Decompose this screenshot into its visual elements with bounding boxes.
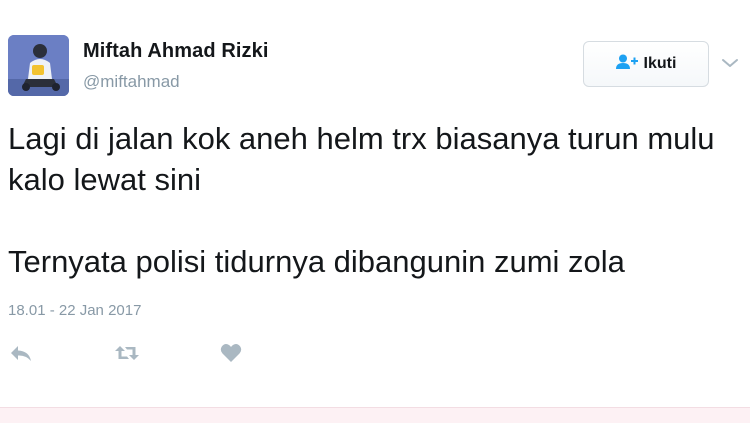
add-user-icon: [615, 54, 638, 75]
tweet-text: Lagi di jalan kok aneh helm trx biasanya…: [8, 118, 738, 282]
follow-button-label: Ikuti: [643, 55, 677, 72]
reply-icon[interactable]: [9, 342, 33, 364]
follow-button[interactable]: Ikuti: [583, 41, 709, 87]
tweet-timestamp[interactable]: 18.01 - 22 Jan 2017: [8, 302, 141, 319]
tweet-text-paragraph-1: Lagi di jalan kok aneh helm trx biasanya…: [8, 121, 715, 197]
retweet-icon[interactable]: [114, 342, 140, 364]
user-handle[interactable]: @miftahmad: [83, 72, 180, 92]
user-avatar[interactable]: [8, 35, 69, 96]
heart-icon[interactable]: [220, 342, 242, 364]
tweet-text-paragraph-2: Ternyata polisi tidurnya dibangunin zumi…: [8, 244, 625, 279]
tweet-card: Miftah Ahmad Rizki @miftahmad Ikuti Lagi…: [0, 0, 750, 423]
user-display-name[interactable]: Miftah Ahmad Rizki: [83, 40, 269, 63]
avatar-illustration-icon: [8, 35, 69, 96]
reply-area-divider: [0, 407, 750, 423]
chevron-down-icon[interactable]: [720, 55, 740, 71]
